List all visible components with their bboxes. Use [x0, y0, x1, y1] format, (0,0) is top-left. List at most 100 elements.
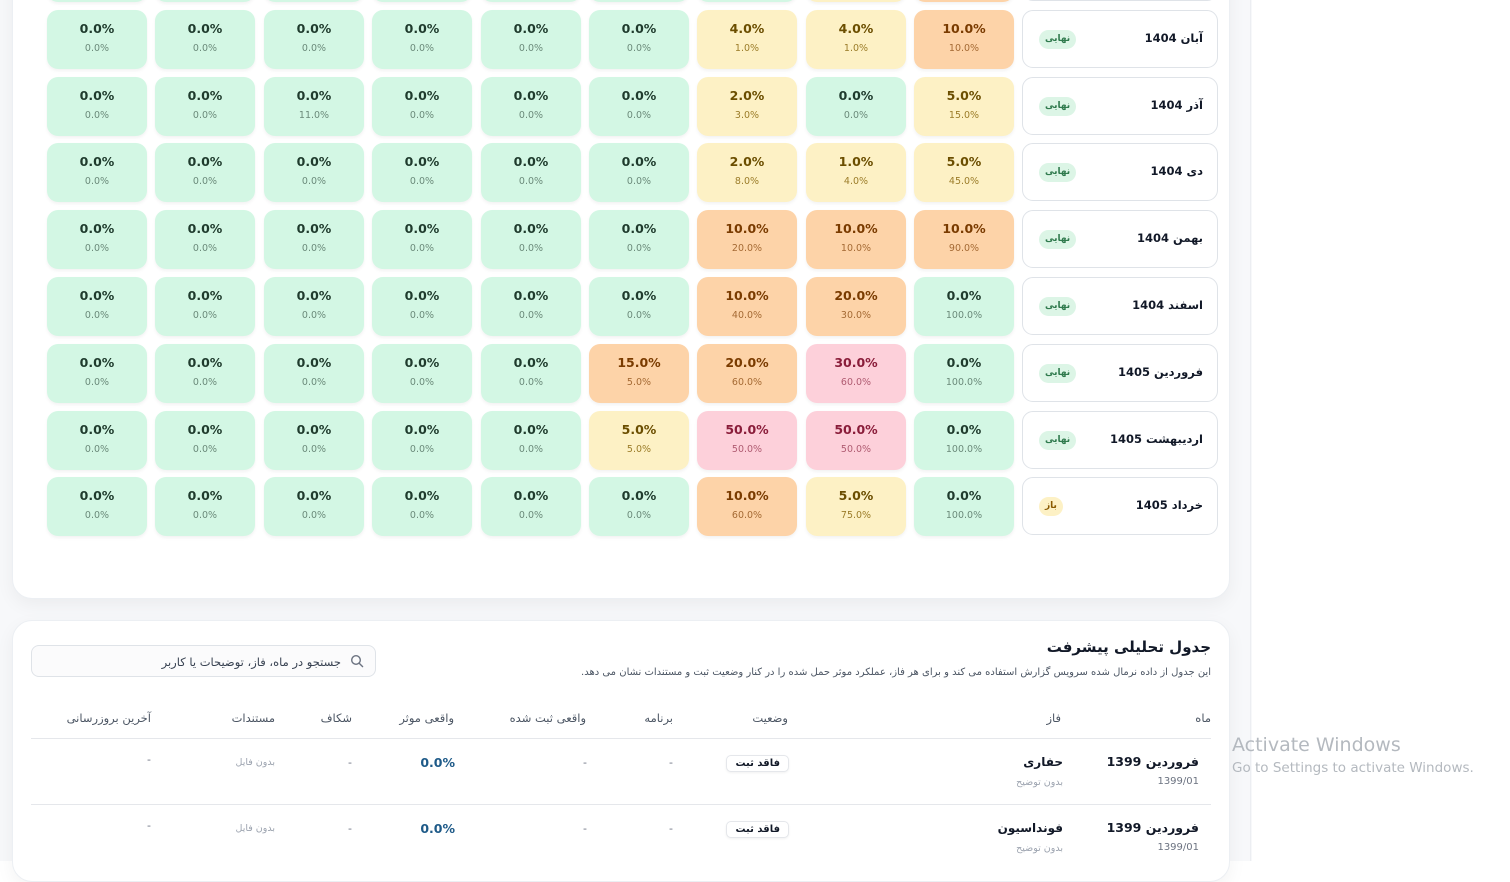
month-label-cell[interactable]: مهر 1404نهایی	[1022, 0, 1218, 1]
heatmap-cell[interactable]: 0.0%0.0%	[481, 277, 581, 336]
month-label-cell[interactable]: آبان 1404 نهایی	[1022, 10, 1218, 68]
heatmap-cell[interactable]: 0.0%0.0%	[47, 277, 147, 336]
row-documents[interactable]: بدون فایل	[236, 823, 276, 834]
heatmap-cell[interactable]: 4.0%1.0%	[806, 0, 906, 2]
heatmap-cell[interactable]: 0.0% 11.0%	[264, 77, 364, 136]
heatmap-cell[interactable]: 20.0%10.0%	[914, 0, 1014, 2]
heatmap-cell[interactable]: 0.0%0.0%	[372, 477, 472, 536]
heatmap-cell[interactable]: 50.0% 50.0%	[806, 411, 906, 470]
heatmap-cell[interactable]: 0.0%0.0%	[264, 210, 364, 269]
heatmap-cell[interactable]: 15.0% 5.0%	[589, 344, 689, 403]
column-header-status[interactable]: وضعیت	[752, 711, 788, 725]
heatmap-cell[interactable]: 10.0% 90.0%	[914, 210, 1014, 269]
heatmap-cell[interactable]: 0.0%0.0%	[589, 77, 689, 136]
heatmap-cell[interactable]: 0.0%0.0%	[47, 143, 147, 202]
heatmap-cell[interactable]: 0.0%0.0%	[47, 344, 147, 403]
heatmap-cell[interactable]: 20.0% 60.0%	[697, 344, 797, 403]
column-header-actual-recorded[interactable]: واقعی ثبت شده	[510, 711, 586, 725]
heatmap-cell[interactable]: 0.0% 100.0%	[914, 477, 1014, 536]
heatmap-cell[interactable]: 5.0% 75.0%	[806, 477, 906, 536]
heatmap-cell[interactable]: 0.0%0.0%	[481, 411, 581, 470]
heatmap-cell[interactable]: 10.0% 10.0%	[806, 210, 906, 269]
heatmap-cell[interactable]: 5.0% 45.0%	[914, 143, 1014, 202]
month-label-cell[interactable]: آذر 1404 نهایی	[1022, 77, 1218, 135]
heatmap-cell[interactable]: 0.0%0.0%	[481, 77, 581, 136]
heatmap-cell[interactable]: 0.0%0.0%	[155, 277, 255, 336]
heatmap-cell[interactable]: 1.0% 4.0%	[806, 143, 906, 202]
heatmap-cell[interactable]: 30.0% 60.0%	[806, 344, 906, 403]
heatmap-cell[interactable]: 0.0%0.0%	[589, 143, 689, 202]
heatmap-cell[interactable]: 10.0% 40.0%	[697, 277, 797, 336]
heatmap-cell[interactable]: 0.0%0.0%	[481, 0, 581, 2]
column-header-documents[interactable]: مستندات	[232, 711, 275, 725]
heatmap-cell[interactable]: 50.0% 50.0%	[697, 411, 797, 470]
heatmap-cell[interactable]: 0.0%0.0%	[481, 477, 581, 536]
heatmap-cell[interactable]: 0.0%0.0%	[372, 210, 472, 269]
heatmap-cell[interactable]: 0.0%0.0%	[372, 143, 472, 202]
table-row[interactable]: فروردین 1399 1399/01 حفاری بدون توضیح فا…	[13, 739, 1229, 803]
heatmap-cell[interactable]: 0.0%0.0%	[47, 411, 147, 470]
heatmap-cell[interactable]: 0.0%0.0%	[589, 477, 689, 536]
month-label-cell[interactable]: اردیبهشت 1405 نهایی	[1022, 411, 1218, 469]
heatmap-cell[interactable]: 4.0%1.0%	[697, 10, 797, 69]
heatmap-cell[interactable]: 0.0%0.0%	[47, 210, 147, 269]
heatmap-cell[interactable]: 20.0% 30.0%	[806, 277, 906, 336]
table-row[interactable]: فروردین 1399 1399/01 فونداسیون بدون توضی…	[13, 805, 1229, 869]
heatmap-cell[interactable]: 0.0%0.0%	[589, 0, 689, 2]
heatmap-cell[interactable]: 0.0%0.0%	[264, 411, 364, 470]
month-label-cell[interactable]: اسفند 1404 نهایی	[1022, 277, 1218, 335]
search-input[interactable]	[39, 646, 343, 678]
heatmap-cell[interactable]: 0.0%0.0%	[481, 344, 581, 403]
heatmap-cell[interactable]: 0.0%0.0%	[264, 344, 364, 403]
heatmap-cell[interactable]: 0.0% 100.0%	[914, 344, 1014, 403]
heatmap-cell[interactable]: 0.0%0.0%	[264, 143, 364, 202]
heatmap-cell[interactable]: 0.0%0.0%	[47, 0, 147, 2]
heatmap-cell[interactable]: 0.0%0.0%	[155, 143, 255, 202]
heatmap-cell[interactable]: 5.0% 5.0%	[589, 411, 689, 470]
column-header-actual-effective[interactable]: واقعی موثر	[399, 711, 454, 725]
heatmap-cell[interactable]: 0.0%0.0%	[481, 143, 581, 202]
heatmap-cell[interactable]: 0.0%0.0%	[47, 10, 147, 69]
column-header-last-update[interactable]: آخرین بروزرسانی	[67, 711, 151, 725]
heatmap-cell[interactable]: 0.0%0.0%	[589, 210, 689, 269]
heatmap-cell[interactable]: 0.0%0.0%	[155, 477, 255, 536]
heatmap-cell[interactable]: 0.0%0.0%	[155, 344, 255, 403]
heatmap-cell[interactable]: 0.0%0.0%	[806, 77, 906, 136]
heatmap-cell[interactable]: 0.0%0.0%	[264, 277, 364, 336]
heatmap-cell[interactable]: 0.0%0.0%	[155, 10, 255, 69]
heatmap-cell[interactable]: 0.0%0.0%	[589, 10, 689, 69]
heatmap-cell[interactable]: 0.0%0.0%	[155, 411, 255, 470]
search-box[interactable]	[31, 645, 376, 678]
heatmap-cell[interactable]: 0.0%0.0%	[264, 477, 364, 536]
heatmap-cell[interactable]: 0.0%0.0%	[264, 10, 364, 69]
heatmap-cell[interactable]: 2.0% 3.0%	[697, 77, 797, 136]
month-label-cell[interactable]: خرداد 1405 باز	[1022, 477, 1218, 535]
heatmap-cell[interactable]: 2.0% 8.0%	[697, 143, 797, 202]
heatmap-cell[interactable]: 0.0%0.0%	[372, 344, 472, 403]
heatmap-cell[interactable]: 4.0%1.0%	[806, 10, 906, 69]
heatmap-cell[interactable]: 0.0%0.0%	[155, 210, 255, 269]
heatmap-cell[interactable]: 0.0% 100.0%	[914, 411, 1014, 470]
column-header-program[interactable]: برنامه	[644, 711, 673, 725]
row-documents[interactable]: بدون فایل	[236, 757, 276, 768]
heatmap-cell[interactable]: 0.0%0.0%	[697, 0, 797, 2]
column-header-month[interactable]: ماه	[1195, 711, 1211, 725]
heatmap-cell[interactable]: 0.0%0.0%	[264, 0, 364, 2]
column-header-gap[interactable]: شکاف	[321, 711, 352, 725]
heatmap-cell[interactable]: 0.0%0.0%	[589, 277, 689, 336]
heatmap-cell[interactable]: 10.0% 60.0%	[697, 477, 797, 536]
heatmap-cell[interactable]: 0.0%0.0%	[47, 477, 147, 536]
heatmap-cell[interactable]: 5.0% 15.0%	[914, 77, 1014, 136]
heatmap-cell[interactable]: 0.0%0.0%	[155, 77, 255, 136]
heatmap-cell[interactable]: 0.0%0.0%	[47, 77, 147, 136]
heatmap-cell[interactable]: 0.0%0.0%	[372, 10, 472, 69]
heatmap-cell[interactable]: 0.0%0.0%	[372, 277, 472, 336]
heatmap-cell[interactable]: 0.0%0.0%	[481, 10, 581, 69]
heatmap-cell[interactable]: 10.0% 20.0%	[697, 210, 797, 269]
heatmap-cell[interactable]: 0.0%0.0%	[481, 210, 581, 269]
heatmap-cell[interactable]: 0.0%0.0%	[372, 0, 472, 2]
heatmap-cell[interactable]: 10.0% 10.0%	[914, 10, 1014, 69]
heatmap-cell[interactable]: 0.0%0.0%	[155, 0, 255, 2]
column-header-phase[interactable]: فاز	[1046, 711, 1061, 725]
heatmap-cell[interactable]: 0.0% 100.0%	[914, 277, 1014, 336]
